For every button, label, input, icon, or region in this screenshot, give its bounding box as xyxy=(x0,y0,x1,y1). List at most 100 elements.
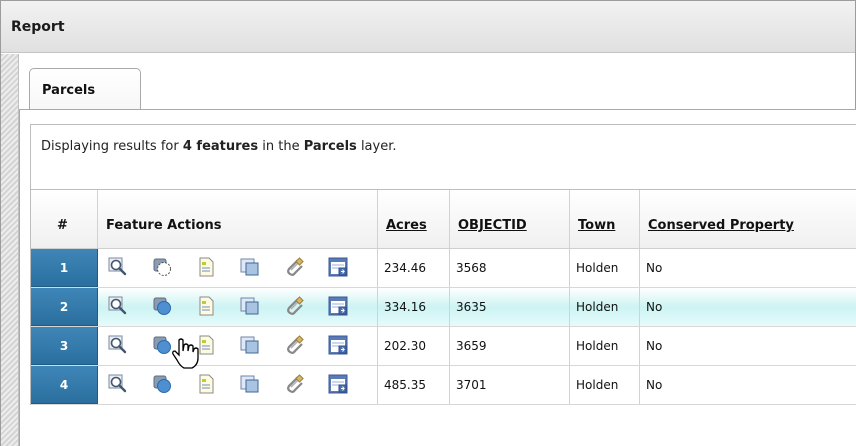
row-town: Holden xyxy=(570,288,640,326)
attachments-icon[interactable] xyxy=(284,335,304,355)
header-conserved-property-label[interactable]: Conserved Property xyxy=(648,218,794,233)
row-conserved-property-text: No xyxy=(646,261,663,275)
row-town: Holden xyxy=(570,327,640,365)
row-number-text: 1 xyxy=(59,261,69,275)
hand-pointer-cursor-icon xyxy=(172,338,199,369)
tab-parcels[interactable]: Parcels xyxy=(29,68,141,109)
table-header-row: # Feature Actions Acres OBJECTID Town Co… xyxy=(31,190,856,249)
row-conserved-property-text: No xyxy=(646,339,663,353)
row-town-text: Holden xyxy=(576,300,619,314)
header-objectid[interactable]: OBJECTID xyxy=(450,190,570,248)
export-feature-icon[interactable] xyxy=(328,335,348,355)
copy-feature-icon[interactable] xyxy=(240,374,260,394)
row-number-text: 2 xyxy=(59,300,69,314)
row-conserved-property-text: No xyxy=(646,378,663,392)
row-number[interactable]: 1 xyxy=(31,249,98,287)
row-conserved-property: No xyxy=(640,327,856,365)
table-row[interactable]: 4 485.35 3701 Holden No xyxy=(31,366,856,405)
row-acres-text: 234.46 xyxy=(384,261,426,275)
copy-feature-icon[interactable] xyxy=(240,296,260,316)
attachments-icon[interactable] xyxy=(284,374,304,394)
row-objectid-text: 3635 xyxy=(456,300,487,314)
row-number[interactable]: 4 xyxy=(31,366,98,404)
row-feature-actions xyxy=(98,366,378,404)
attachments-icon[interactable] xyxy=(284,257,304,277)
feature-details-icon[interactable] xyxy=(196,335,216,355)
zoom-to-feature-icon[interactable] xyxy=(108,374,128,394)
header-objectid-label[interactable]: OBJECTID xyxy=(458,218,527,233)
row-objectid: 3701 xyxy=(450,366,570,404)
select-feature-icon[interactable] xyxy=(152,296,172,316)
summary-middle: in the xyxy=(258,139,304,154)
row-conserved-property: No xyxy=(640,288,856,326)
row-objectid: 3635 xyxy=(450,288,570,326)
table-row[interactable]: 2 334.16 3635 Holden No xyxy=(31,288,856,327)
results-table: # Feature Actions Acres OBJECTID Town Co… xyxy=(30,190,856,405)
feature-details-icon[interactable] xyxy=(196,257,216,277)
feature-details-icon[interactable] xyxy=(196,296,216,316)
export-feature-icon[interactable] xyxy=(328,374,348,394)
row-number-text: 3 xyxy=(59,339,69,353)
summary-layer: Parcels xyxy=(303,139,357,154)
table-body: 1 234.46 3568 Holden No 2 334.16 3635 Holden No 3 2… xyxy=(31,249,856,405)
copy-feature-icon[interactable] xyxy=(240,257,260,277)
results-summary-text: Displaying results for 4 features in the… xyxy=(41,139,397,154)
summary-prefix: Displaying results for xyxy=(41,139,183,154)
row-town-text: Holden xyxy=(576,261,619,275)
results-summary: Displaying results for 4 features in the… xyxy=(30,124,856,190)
table-row[interactable]: 1 234.46 3568 Holden No xyxy=(31,249,856,288)
zoom-to-feature-icon[interactable] xyxy=(108,335,128,355)
header-number: # xyxy=(31,190,98,248)
row-objectid-text: 3568 xyxy=(456,261,487,275)
summary-suffix: layer. xyxy=(356,139,397,154)
row-objectid-text: 3659 xyxy=(456,339,487,353)
header-feature-actions-label: Feature Actions xyxy=(106,218,222,233)
row-objectid: 3659 xyxy=(450,327,570,365)
select-feature-icon[interactable] xyxy=(152,374,172,394)
row-feature-actions xyxy=(98,288,378,326)
header-town[interactable]: Town xyxy=(570,190,640,248)
row-acres: 485.35 xyxy=(378,366,450,404)
zoom-to-feature-icon[interactable] xyxy=(108,296,128,316)
select-feature-icon[interactable] xyxy=(152,257,172,277)
row-feature-actions xyxy=(98,327,378,365)
row-town: Holden xyxy=(570,249,640,287)
feature-details-icon[interactable] xyxy=(196,374,216,394)
export-feature-icon[interactable] xyxy=(328,257,348,277)
row-acres-text: 334.16 xyxy=(384,300,426,314)
row-town-text: Holden xyxy=(576,339,619,353)
export-feature-icon[interactable] xyxy=(328,296,348,316)
tab-bar: Parcels xyxy=(19,54,855,110)
zoom-to-feature-icon[interactable] xyxy=(108,257,128,277)
row-acres-text: 202.30 xyxy=(384,339,426,353)
row-town: Holden xyxy=(570,366,640,404)
row-conserved-property-text: No xyxy=(646,300,663,314)
header-acres[interactable]: Acres xyxy=(378,190,450,248)
header-number-label: # xyxy=(57,218,68,233)
row-number[interactable]: 2 xyxy=(31,288,98,326)
row-acres: 334.16 xyxy=(378,288,450,326)
summary-count: 4 features xyxy=(182,139,259,154)
select-feature-icon[interactable] xyxy=(152,335,172,355)
header-conserved-property[interactable]: Conserved Property xyxy=(640,190,856,248)
window-title: Report xyxy=(11,19,65,35)
row-acres: 234.46 xyxy=(378,249,450,287)
table-row[interactable]: 3 202.30 3659 Holden No xyxy=(31,327,856,366)
report-window: Report Parcels Displaying results for 4 … xyxy=(0,0,856,446)
panel-resize-strip[interactable] xyxy=(1,54,19,446)
header-town-label[interactable]: Town xyxy=(578,218,615,233)
header-acres-label[interactable]: Acres xyxy=(386,218,427,233)
copy-feature-icon[interactable] xyxy=(240,335,260,355)
row-conserved-property: No xyxy=(640,249,856,287)
row-acres: 202.30 xyxy=(378,327,450,365)
row-feature-actions xyxy=(98,249,378,287)
row-town-text: Holden xyxy=(576,378,619,392)
row-acres-text: 485.35 xyxy=(384,378,426,392)
row-number-text: 4 xyxy=(59,378,69,392)
row-number[interactable]: 3 xyxy=(31,327,98,365)
parcels-panel: Displaying results for 4 features in the… xyxy=(19,109,856,446)
row-objectid: 3568 xyxy=(450,249,570,287)
report-titlebar: Report xyxy=(1,1,855,53)
attachments-icon[interactable] xyxy=(284,296,304,316)
tab-parcels-label: Parcels xyxy=(42,83,96,98)
